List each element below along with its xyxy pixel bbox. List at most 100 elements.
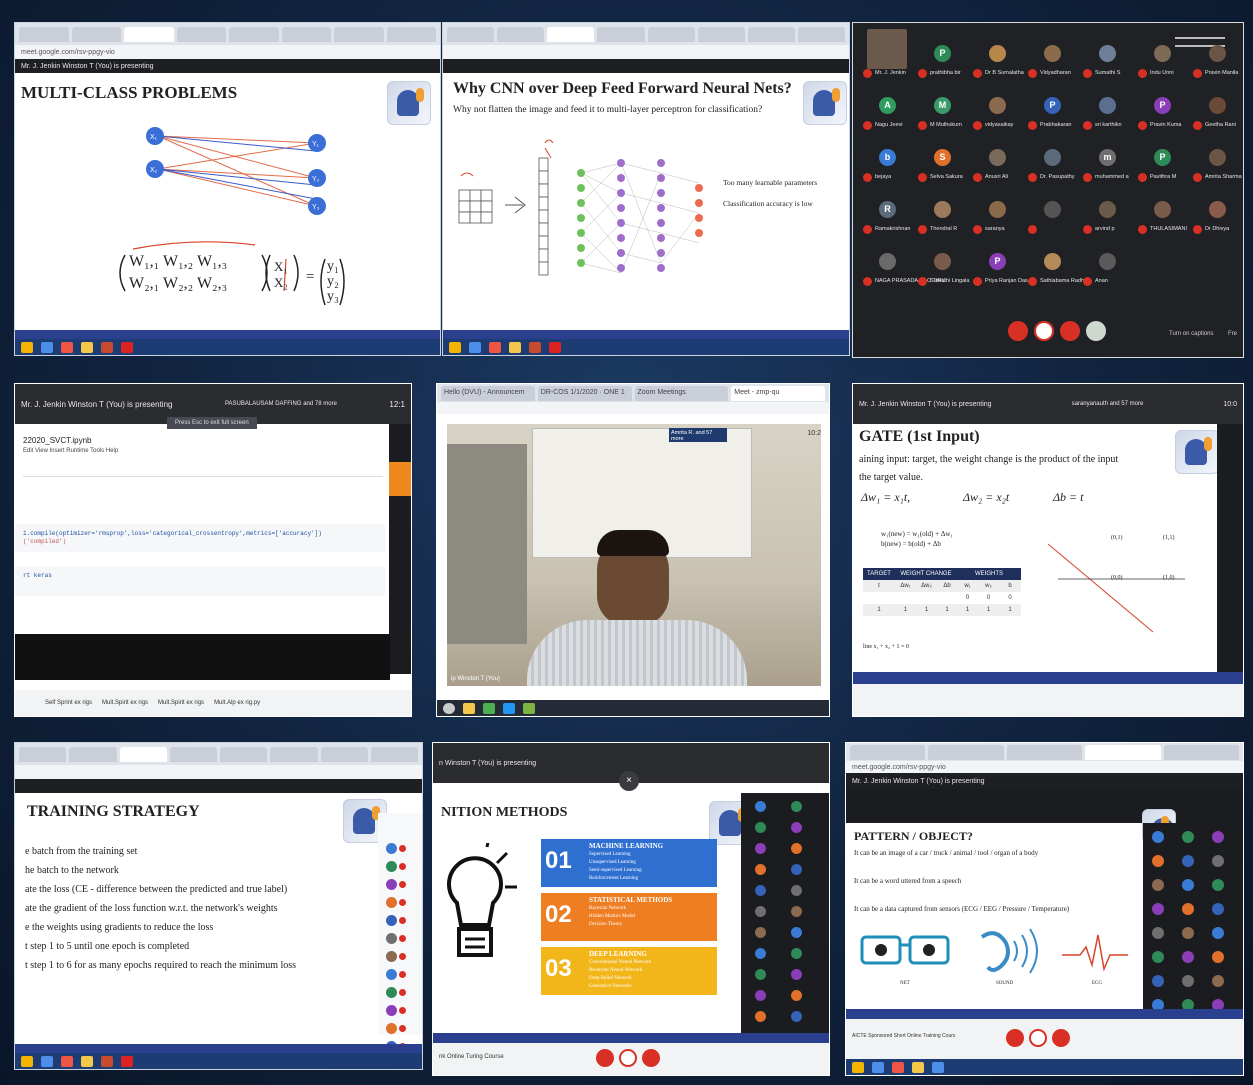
notebook-name[interactable]: 22020_SVCT.ipynb [23,436,92,445]
explorer-icon[interactable] [463,702,475,714]
powerpoint-icon[interactable] [101,1055,113,1067]
participant-avatar[interactable]: P [1154,97,1171,114]
windows-start-icon[interactable] [21,1055,33,1067]
participant-avatar[interactable] [1182,831,1194,843]
participant-avatar[interactable] [755,885,766,896]
participant-avatar[interactable] [989,201,1006,218]
chrome-icon[interactable] [483,702,495,714]
participant-avatar[interactable] [791,801,802,812]
participant-avatar[interactable]: b [879,149,896,166]
windows-taskbar[interactable] [437,700,829,716]
participant-avatar[interactable] [1152,831,1164,843]
participant-avatar[interactable] [879,253,896,270]
participant-avatar[interactable] [1099,253,1116,270]
powerpoint-icon[interactable] [101,341,113,353]
folder-icon[interactable] [81,341,93,353]
participant-avatar[interactable] [791,927,802,938]
participant-avatar[interactable] [755,969,766,980]
participant-avatar[interactable] [755,843,766,854]
notebook-menu[interactable]: Edit View Insert Runtime Tools Help [23,448,118,454]
participant-avatar[interactable] [1212,903,1224,915]
participant-avatar[interactable] [989,97,1006,114]
explorer-icon[interactable] [41,1055,53,1067]
participant-avatar[interactable] [867,29,907,69]
browser-tabs[interactable] [15,743,422,765]
browser-tabs[interactable] [846,743,1243,761]
powerpoint-icon[interactable] [529,341,541,353]
participant-avatar[interactable] [1099,201,1116,218]
camera-button[interactable] [1052,1029,1070,1047]
participant-avatar[interactable] [1044,149,1061,166]
windows-taskbar[interactable] [846,1059,1243,1075]
participant-avatar[interactable] [1044,201,1061,218]
windows-start-icon[interactable] [21,341,33,353]
participant-avatar[interactable] [1212,951,1224,963]
participant-avatar[interactable] [1182,855,1194,867]
participant-avatar[interactable] [1182,879,1194,891]
explorer-icon[interactable] [41,341,53,353]
participant-avatar[interactable] [755,990,766,1001]
mic-button[interactable] [596,1049,614,1067]
participant-avatar[interactable] [386,951,397,962]
participant-avatar[interactable] [791,864,802,875]
camera-button[interactable] [642,1049,660,1067]
participant-avatar[interactable] [791,843,802,854]
participant-avatar[interactable] [386,843,397,854]
participant-avatar[interactable]: A [879,97,896,114]
chrome-icon[interactable] [892,1061,904,1073]
windows-taskbar[interactable] [443,339,849,355]
pdf-icon[interactable] [121,1055,133,1067]
download-item[interactable]: Mult.Alp ex rig.py [214,700,260,706]
participant-avatar[interactable]: m [1099,149,1116,166]
zoom-icon[interactable] [523,702,535,714]
participant-avatar[interactable] [1182,951,1194,963]
participant-avatar[interactable] [1182,903,1194,915]
participant-avatar[interactable]: P [934,45,951,62]
participant-avatar[interactable] [791,948,802,959]
participant-avatar[interactable] [1212,975,1224,987]
folder-icon[interactable] [509,341,521,353]
participant-avatar[interactable] [791,969,802,980]
participant-avatar[interactable] [934,253,951,270]
participant-avatar[interactable] [934,201,951,218]
explorer-icon[interactable] [469,341,481,353]
address-bar[interactable]: meet.google.com/rsv-ppgy-vio [846,761,1243,773]
participant-avatar[interactable] [1182,975,1194,987]
pdf-icon[interactable] [121,341,133,353]
pdf-icon[interactable] [549,341,561,353]
chrome-icon[interactable] [61,1055,73,1067]
download-item[interactable]: Mult.Spirit ex rigs [102,700,148,706]
hangup-button[interactable] [1029,1029,1047,1047]
participant-avatar[interactable] [386,987,397,998]
close-overlay-button[interactable]: × [619,771,639,791]
windows-start-icon[interactable] [449,341,461,353]
windows-start-icon[interactable] [852,1061,864,1073]
participant-avatar[interactable] [791,1011,802,1022]
participant-avatar[interactable] [1099,97,1116,114]
participant-avatar[interactable] [1209,149,1226,166]
participant-avatar[interactable] [1209,97,1226,114]
participant-avatar[interactable] [1152,975,1164,987]
participant-avatar[interactable] [755,927,766,938]
windows-taskbar[interactable] [15,1053,422,1069]
participant-avatar[interactable] [755,864,766,875]
mic-button[interactable] [1006,1029,1024,1047]
hangup-button[interactable] [619,1049,637,1067]
address-bar[interactable] [437,402,829,414]
participant-avatar[interactable] [1182,927,1194,939]
participant-avatar[interactable]: P [989,253,1006,270]
participant-avatar[interactable] [989,45,1006,62]
participant-avatar[interactable] [755,906,766,917]
participant-avatar[interactable] [791,885,802,896]
participant-avatar[interactable] [1152,903,1164,915]
participant-avatar[interactable] [755,801,766,812]
download-item[interactable]: Self Sprint ex rigs [45,700,92,706]
participant-avatar[interactable] [1212,927,1224,939]
explorer-icon[interactable] [872,1061,884,1073]
participant-avatar[interactable]: R [879,201,896,218]
participant-avatar[interactable] [1152,951,1164,963]
participant-avatar[interactable] [1212,855,1224,867]
participant-avatar[interactable]: M [934,97,951,114]
participant-avatar[interactable] [755,822,766,833]
participant-avatar[interactable] [386,969,397,980]
